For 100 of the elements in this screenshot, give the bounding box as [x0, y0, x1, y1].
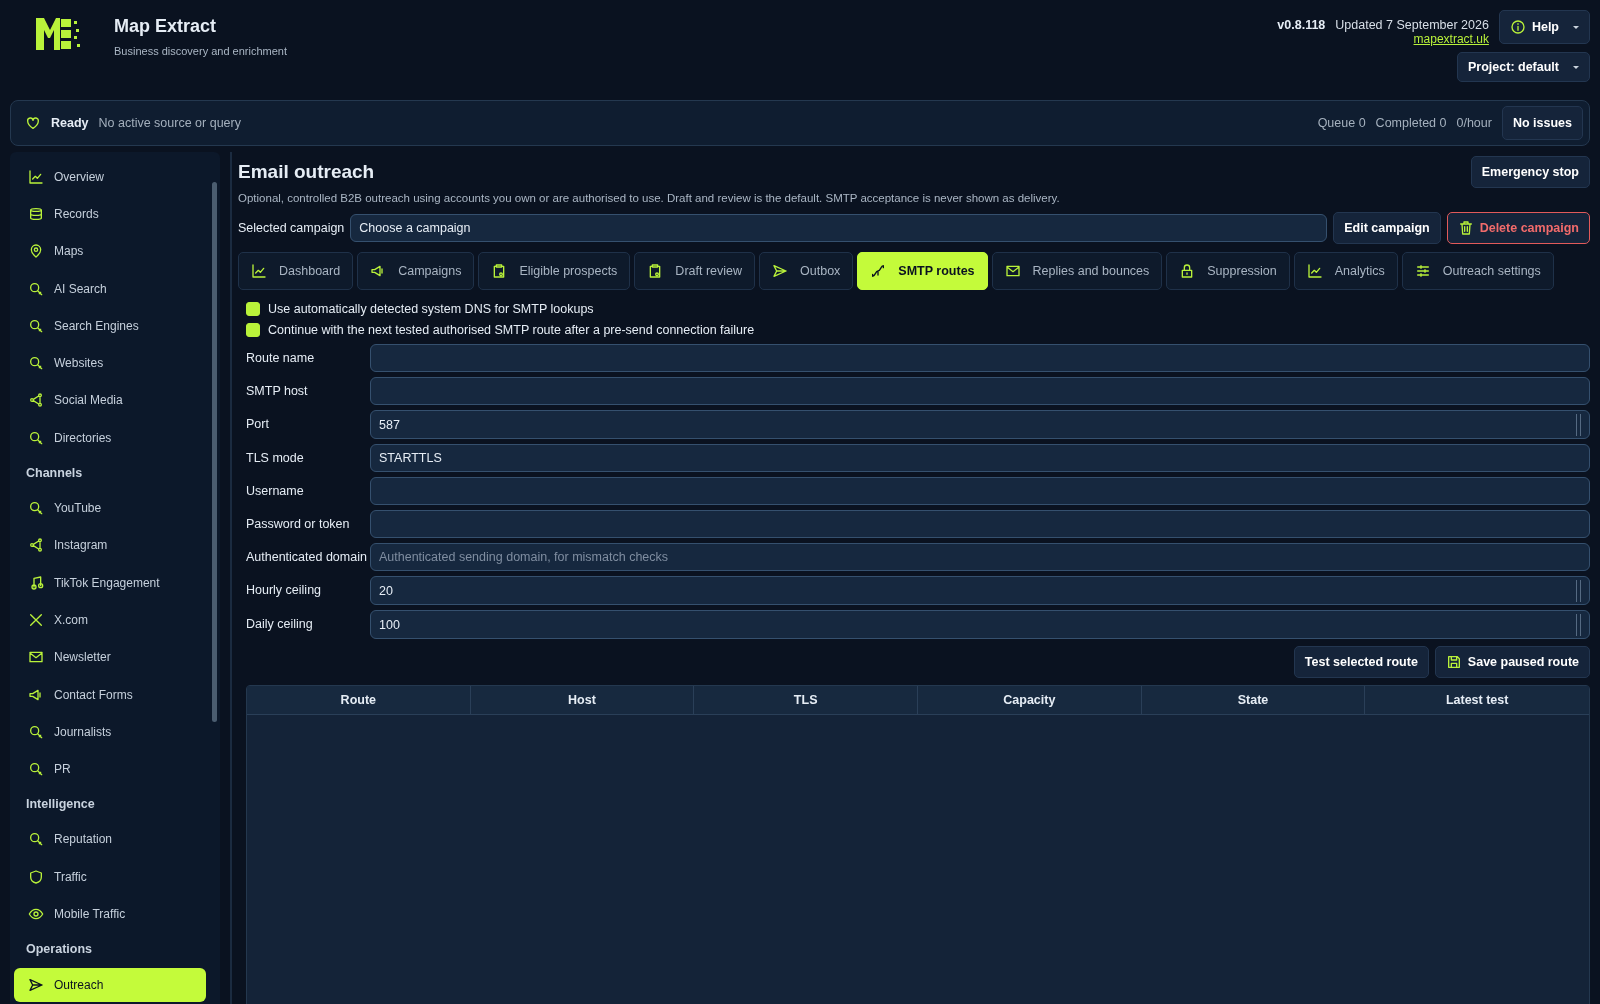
- page-title: Email outreach: [238, 161, 375, 183]
- sidebar-heading: Operations: [25, 941, 93, 959]
- status-message: No active source or query: [98, 116, 241, 130]
- chart-icon: [1306, 263, 1323, 279]
- queue-count: Queue 0: [1317, 116, 1366, 130]
- magnifier-icon: [28, 280, 44, 297]
- input-field[interactable]: [370, 344, 1590, 372]
- music-note-icon: [28, 574, 44, 591]
- website-link[interactable]: mapextract.uk: [1413, 32, 1489, 46]
- trash-icon: [1457, 220, 1474, 236]
- updated-date: Updated 7 September 2026: [1335, 18, 1489, 32]
- help-button[interactable]: Help: [1498, 10, 1590, 44]
- tab[interactable]: Analytics: [1293, 252, 1398, 290]
- select-field[interactable]: STARTTLS: [370, 444, 1590, 472]
- sidebar-item[interactable]: Records: [14, 195, 206, 233]
- checkbox-label: Continue with the next tested authorised SMTP route after a pre-send connection failure: [268, 322, 755, 337]
- number-field[interactable]: 100: [370, 610, 1590, 639]
- database-icon: [28, 205, 44, 222]
- input-field[interactable]: [370, 510, 1590, 538]
- paper-plane-icon: [772, 263, 789, 279]
- shield-icon: [28, 868, 44, 885]
- issues-button[interactable]: No issues: [1501, 106, 1583, 140]
- delete-campaign-button[interactable]: Delete campaign: [1446, 212, 1590, 244]
- sidebar-item[interactable]: Social Media: [14, 381, 206, 420]
- sidebar-item[interactable]: Traffic: [14, 858, 206, 896]
- sidebar-item[interactable]: Directories: [14, 419, 206, 457]
- sidebar-item[interactable]: Maps: [14, 232, 206, 270]
- sidebar-item[interactable]: X.com: [14, 601, 206, 639]
- sidebar-item[interactable]: AI Search: [14, 269, 206, 308]
- tab[interactable]: Suppression: [1166, 252, 1290, 290]
- magnifier-icon: [28, 761, 44, 778]
- tab[interactable]: SMTP routes: [857, 252, 988, 290]
- magnifier-icon: [28, 831, 44, 848]
- map-pin-icon: [28, 243, 44, 260]
- magnifier-icon: [28, 429, 44, 446]
- column-header: State: [1141, 686, 1366, 714]
- sidebar-item[interactable]: Instagram: [14, 526, 206, 564]
- sidebar-item[interactable]: Journalists: [14, 713, 206, 751]
- magnifier-icon: [28, 723, 44, 740]
- checkbox[interactable]: [246, 301, 260, 316]
- column-header: Latest test: [1444, 692, 1510, 709]
- column-header: Capacity: [918, 686, 1142, 714]
- x-icon: [28, 611, 44, 628]
- heart-icon: [25, 115, 41, 131]
- save-route-button[interactable]: Save paused route: [1434, 646, 1590, 678]
- test-route-button[interactable]: Test selected route: [1293, 646, 1429, 678]
- field-label: Password or token: [246, 516, 351, 531]
- sidebar-item[interactable]: YouTube: [14, 489, 206, 527]
- campaign-label: Selected campaign: [238, 221, 345, 235]
- tab[interactable]: Draft review: [634, 252, 756, 290]
- number-field[interactable]: 587: [370, 410, 1590, 439]
- sidebar-item[interactable]: Search Engines: [14, 307, 206, 345]
- input-field[interactable]: [370, 377, 1590, 405]
- scrollbar[interactable]: [212, 182, 217, 722]
- field-label: Daily ceiling: [246, 616, 314, 631]
- spinner-icon: [1576, 613, 1581, 636]
- sidebar-item[interactable]: Contact Forms: [14, 675, 206, 714]
- tab[interactable]: Campaigns: [357, 252, 475, 290]
- column-header: Route: [247, 686, 471, 714]
- magnifier-icon: [28, 355, 44, 372]
- sidebar-item[interactable]: Websites: [14, 344, 206, 382]
- tab[interactable]: Outbox: [759, 252, 854, 290]
- sidebar-item[interactable]: Reputation: [14, 820, 206, 859]
- completed-count: Completed 0: [1375, 116, 1447, 130]
- info-icon: [1509, 19, 1526, 35]
- magnifier-icon: [28, 317, 44, 334]
- tab[interactable]: Replies and bounces: [991, 252, 1163, 290]
- tab[interactable]: Eligible prospects: [478, 252, 631, 290]
- eye-icon: [28, 906, 44, 922]
- app-subtitle: Business discovery and enrichment: [114, 45, 288, 57]
- sidebar-item[interactable]: Mobile Traffic: [14, 895, 206, 933]
- hourly-rate: 0/hour: [1456, 116, 1492, 130]
- share-icon: [28, 537, 44, 554]
- magnifier-icon: [28, 500, 44, 516]
- sidebar-item[interactable]: Overview: [14, 158, 206, 196]
- sidebar-item[interactable]: Outreach: [14, 967, 206, 1002]
- sidebar-item[interactable]: Newsletter: [14, 638, 206, 676]
- column-header: Host: [470, 686, 695, 714]
- chart-icon: [28, 168, 44, 185]
- emergency-stop-button[interactable]: Emergency stop: [1470, 156, 1590, 188]
- spinner-icon: [1576, 413, 1581, 436]
- campaign-select[interactable]: Choose a campaign: [350, 214, 1328, 242]
- field-label: TLS mode: [246, 450, 305, 465]
- checkbox[interactable]: [246, 322, 260, 337]
- tab[interactable]: Dashboard: [238, 252, 354, 290]
- input-field[interactable]: Authenticated sending domain, for mismatch checks: [370, 543, 1590, 571]
- field-label: Hourly ceiling: [246, 582, 323, 597]
- edit-campaign-button[interactable]: Edit campaign: [1333, 212, 1441, 244]
- number-field[interactable]: 20: [370, 576, 1590, 605]
- caret-icon: [1573, 65, 1579, 69]
- sidebar-item[interactable]: PR: [14, 750, 206, 788]
- sidebar-item[interactable]: TikTok Engagement: [14, 563, 206, 602]
- project-dropdown[interactable]: Project: default: [1457, 52, 1590, 82]
- field-label: Authenticated domain: [246, 549, 368, 564]
- field-label: SMTP host: [246, 383, 309, 398]
- logo-icon: [34, 16, 82, 52]
- tab[interactable]: Outreach settings: [1401, 252, 1554, 290]
- input-field[interactable]: [370, 477, 1590, 505]
- column-header: TLS: [694, 686, 918, 714]
- page-description: Optional, controlled B2B outreach using accounts you own or are authorised to use. Draft and review is the default. SMTP acceptance is never shown as delivery.: [238, 192, 1061, 204]
